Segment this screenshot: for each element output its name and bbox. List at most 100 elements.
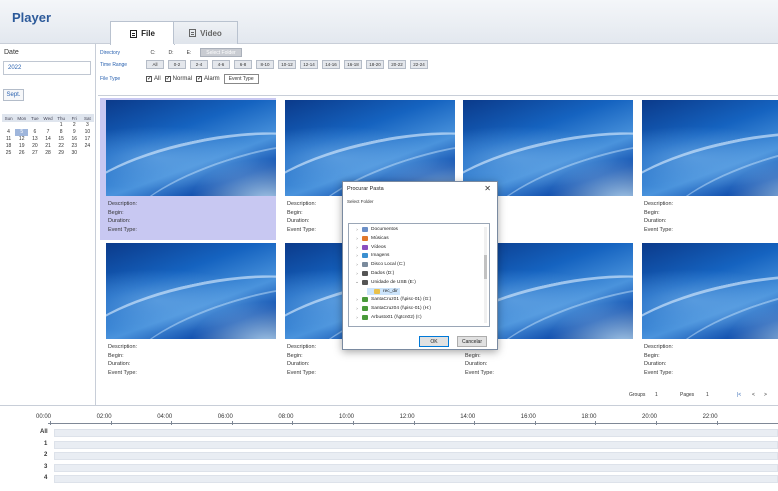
calendar-day[interactable]: 14 (41, 136, 54, 143)
calendar-day[interactable]: 19 (15, 143, 28, 150)
calendar-day[interactable]: 9 (68, 129, 81, 136)
ok-button[interactable]: OK (419, 336, 449, 347)
calendar-day[interactable]: 8 (55, 129, 68, 136)
folder-tree-item[interactable]: › Vídeos (355, 244, 386, 251)
timeline-channel-track[interactable] (54, 429, 778, 437)
time-range-button[interactable]: 4-6 (212, 60, 230, 69)
chevron-right-icon[interactable]: › (355, 262, 359, 267)
folder-tree-item[interactable]: › Documentos (355, 226, 398, 233)
prev-page-button[interactable]: < (752, 392, 755, 398)
time-range-button[interactable]: 20-22 (388, 60, 406, 69)
cancel-button[interactable]: Cancelar (457, 336, 487, 347)
calendar-day[interactable]: 7 (41, 129, 54, 136)
file-type-alarm-checkbox[interactable]: Alarm (196, 75, 220, 82)
calendar-day[interactable]: 25 (2, 150, 15, 157)
time-range-button[interactable]: 18-20 (366, 60, 384, 69)
time-range-button[interactable]: 0-2 (168, 60, 186, 69)
calendar-day[interactable]: 15 (55, 136, 68, 143)
timeline-channel-track[interactable] (54, 475, 778, 483)
calendar-day[interactable]: 27 (28, 150, 41, 157)
next-page-button[interactable]: > (764, 392, 767, 398)
time-range-button[interactable]: 12-14 (300, 60, 318, 69)
folder-tree-item[interactable]: rec_dir (367, 287, 400, 295)
time-range-button[interactable]: 8-10 (256, 60, 274, 69)
recording-thumbnail[interactable] (106, 243, 276, 339)
calendar-day[interactable]: 16 (68, 136, 81, 143)
folder-tree-item[interactable]: › Arbusto01 (\\gtcn02) (I:) (355, 314, 422, 321)
folder-tree-item[interactable]: ⌄ Unidade de USB (E:) (355, 279, 416, 286)
recording-tile[interactable]: Description: Begin: Duration: Event Type: (100, 241, 276, 383)
calendar-day[interactable]: 22 (55, 143, 68, 150)
calendar-day[interactable]: 3 (81, 122, 94, 129)
chevron-right-icon[interactable]: › (355, 236, 359, 241)
time-range-button[interactable]: 6-8 (234, 60, 252, 69)
timeline-channel-track[interactable] (54, 463, 778, 472)
chevron-right-icon[interactable]: › (355, 315, 359, 320)
calendar-day[interactable]: 1 (55, 122, 68, 129)
timeline-channel-track[interactable] (54, 440, 778, 449)
time-range-button[interactable]: 16-18 (344, 60, 362, 69)
chevron-right-icon[interactable]: › (355, 253, 359, 258)
calendar-day[interactable]: 10 (81, 129, 94, 136)
calendar-day[interactable]: 20 (28, 143, 41, 150)
file-type-all-checkbox[interactable]: All (146, 75, 161, 82)
time-range-button[interactable]: All (146, 60, 164, 69)
recording-thumbnail[interactable] (106, 100, 276, 196)
recording-thumbnail[interactable] (642, 100, 778, 196)
scrollbar-thumb[interactable] (484, 255, 487, 279)
timeline-channel-track[interactable] (54, 452, 778, 460)
drive-e[interactable]: E: (182, 50, 196, 56)
event-type-button[interactable]: Event Type (223, 74, 259, 84)
folder-tree-item[interactable]: › Imagens (355, 252, 389, 259)
first-page-button[interactable]: |< (737, 392, 741, 398)
recording-tile[interactable]: Description: Begin: Duration: Event Type: (100, 98, 276, 240)
calendar-day[interactable]: 23 (68, 143, 81, 150)
folder-tree-item[interactable]: › Disco Local (C:) (355, 261, 405, 268)
folder-tree-item[interactable]: › Dados (D:) (355, 270, 394, 277)
calendar-day[interactable]: 4 (2, 129, 15, 136)
select-folder-button[interactable]: Select Folder (200, 48, 242, 57)
calendar-day[interactable]: 12 (15, 136, 28, 143)
groups-value[interactable]: 1 (655, 392, 658, 398)
tree-scrollbar[interactable] (484, 227, 487, 323)
chevron-down-icon[interactable]: ⌄ (355, 279, 359, 285)
calendar-day[interactable]: 13 (28, 136, 41, 143)
pages-value[interactable]: 1 (706, 392, 709, 398)
time-range-button[interactable]: 22-24 (410, 60, 428, 69)
chevron-right-icon[interactable]: › (355, 227, 359, 232)
chevron-right-icon[interactable]: › (355, 271, 359, 276)
folder-tree-item[interactable]: › SantaCruz01 (\\pisc-01) (G:) (355, 296, 431, 303)
chevron-right-icon[interactable]: › (355, 245, 359, 250)
calendar-day[interactable]: 5 (15, 129, 29, 136)
drive-c[interactable]: C: (146, 50, 160, 56)
recording-thumbnail[interactable] (642, 243, 778, 339)
calendar-day[interactable]: 28 (41, 150, 54, 157)
calendar-day[interactable]: 6 (28, 129, 41, 136)
time-range-button[interactable]: 10-12 (278, 60, 296, 69)
tab-video[interactable]: Video (173, 21, 238, 44)
recording-tile[interactable]: Description: Begin: Duration: Event Type: (636, 241, 778, 383)
folder-tree-item[interactable]: › SantaCruz04 (\\pisc-01) (H:) (355, 305, 431, 312)
calendar-day[interactable]: 17 (81, 136, 94, 143)
recording-info: Description: Begin: Duration: Event Type: (108, 343, 137, 377)
close-icon[interactable]: ✕ (484, 184, 491, 193)
calendar-day[interactable]: 24 (81, 143, 94, 150)
calendar-day[interactable]: 11 (2, 136, 15, 143)
time-range-button[interactable]: 2-4 (190, 60, 208, 69)
calendar-day[interactable]: 29 (55, 150, 68, 157)
chevron-right-icon[interactable]: › (355, 306, 359, 311)
calendar-day[interactable]: 18 (2, 143, 15, 150)
file-type-normal-checkbox[interactable]: Normal (164, 75, 192, 82)
chevron-right-icon[interactable]: › (355, 297, 359, 302)
tab-file[interactable]: File (110, 21, 175, 45)
calendar-day[interactable]: 2 (68, 122, 81, 129)
time-range-button[interactable]: 14-16 (322, 60, 340, 69)
calendar-day[interactable]: 26 (15, 150, 28, 157)
folder-tree-item[interactable]: › Músicas (355, 235, 389, 242)
month-button[interactable]: Sept. (3, 89, 24, 101)
recording-tile[interactable]: Description: Begin: Duration: Event Type: (636, 98, 778, 240)
year-field[interactable]: 2022 (3, 61, 91, 75)
calendar-day[interactable]: 21 (41, 143, 54, 150)
drive-d[interactable]: D: (164, 50, 178, 56)
calendar-day[interactable]: 30 (68, 150, 81, 157)
